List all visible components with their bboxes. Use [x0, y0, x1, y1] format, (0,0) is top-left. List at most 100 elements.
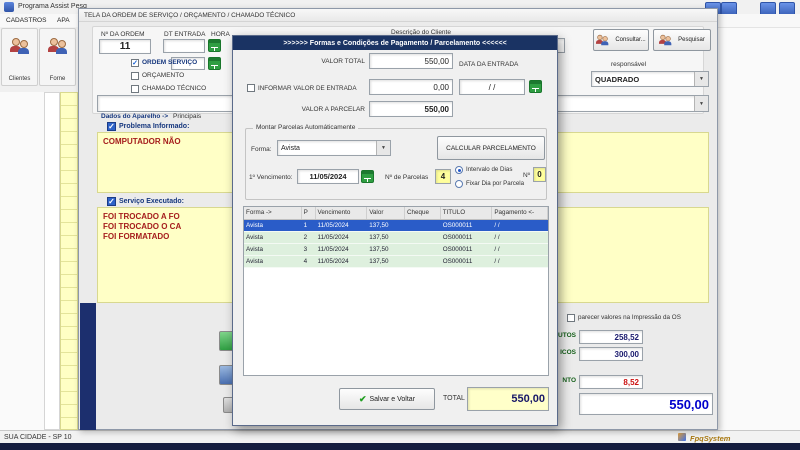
people-icon [9, 38, 30, 54]
table-cell: 137,50 [369, 221, 389, 229]
fpqsystem-logo [678, 433, 686, 441]
order-number-field[interactable]: 11 [99, 39, 151, 54]
parcelas-field[interactable]: 4 [435, 169, 451, 184]
calendar-icon[interactable] [208, 39, 221, 52]
orcamento-label: ORÇAMENTO [142, 72, 185, 79]
informar-entrada-label: INFORMAR VALOR DE ENTRADA [258, 85, 357, 92]
grand-total-field: 550,00 [579, 393, 713, 415]
people-icon [47, 38, 68, 54]
check-icon: ✓ [108, 122, 115, 131]
table-cell: OS000011 [442, 233, 473, 241]
table-row[interactable]: Avista 3 11/05/2024 137,50 OS000011 / / [244, 244, 548, 256]
total-row-label-fragment: UTOS [558, 332, 576, 339]
intervalo-dias-label: Intervalo de Dias [466, 166, 513, 173]
menu-apa[interactable]: APA [57, 17, 70, 24]
statusbar-city: SUA CIDADE - SP 10 [4, 434, 72, 441]
chamado-tecnico-checkbox[interactable] [131, 85, 139, 93]
table-row[interactable]: Avista 2 11/05/2024 137,50 OS000011 / / [244, 232, 548, 244]
table-header[interactable]: Cheque [405, 207, 441, 219]
informar-entrada-checkbox[interactable] [247, 84, 255, 92]
toolbar-fornecedores-button[interactable]: Forne [39, 28, 76, 86]
table-cell: / / [494, 221, 500, 229]
save-return-button[interactable]: ✔ Salvar e Voltar [339, 388, 435, 410]
problem-checkbox[interactable]: ✓ [107, 122, 116, 131]
data-entrada-label: DATA DA ENTRADA [459, 61, 519, 68]
forma-combo[interactable]: Avista ▼ [277, 140, 391, 156]
table-cell: Avista [246, 245, 264, 253]
table-cell: Avista [246, 233, 264, 241]
data-entrada-field[interactable]: / / [459, 79, 525, 95]
service-order-titlebar[interactable]: TELA DA ORDEM DE SERVIÇO / ORÇAMENTO / C… [79, 9, 717, 22]
table-header[interactable]: Pagamento <- [492, 207, 548, 219]
total-row-label-fragment: NTO [562, 377, 576, 384]
problem-text: COMPUTADOR NÃO [103, 137, 181, 146]
toolbar-clientes-button[interactable]: Clientes [1, 28, 38, 86]
entry-hour-label: HORA [211, 31, 230, 38]
check-icon: ✔ [358, 393, 367, 404]
valor-total-field[interactable]: 550,00 [369, 53, 453, 69]
side-banner [80, 303, 96, 430]
table-header[interactable]: Vencimento [316, 207, 368, 219]
service-checkbox[interactable]: ✓ [107, 197, 116, 206]
chevron-down-icon[interactable]: ▼ [376, 141, 390, 155]
app-icon [4, 2, 14, 12]
vencimento-field[interactable]: 11/05/2024 [297, 169, 359, 184]
intervalo-dias-radio[interactable] [455, 166, 463, 174]
discount-field: 8,52 [579, 375, 643, 389]
fixar-dia-radio[interactable] [455, 180, 463, 188]
table-cell: 1 [303, 221, 308, 229]
calendar-icon[interactable] [529, 80, 542, 93]
consult-button[interactable]: Consultar... [593, 29, 649, 51]
app-toolbar: Clientes Forne [0, 27, 78, 92]
table-cell: 11/05/2024 [317, 257, 349, 265]
app-title: Programa Assist Pesq [18, 3, 87, 10]
desktop: Programa Assist Pesq CADASTROS APA Clien… [0, 0, 800, 450]
entrada-value-field[interactable]: 0,00 [369, 79, 453, 95]
service-line: FOI FORMATADO [103, 232, 170, 241]
services-total-field: 300,00 [579, 347, 643, 361]
person-search-icon [659, 34, 672, 46]
n-field[interactable]: 0 [533, 167, 546, 182]
table-cell [405, 244, 441, 255]
table-cell: 137,50 [369, 257, 389, 265]
calendar-icon[interactable] [208, 57, 221, 70]
chevron-down-icon[interactable]: ▼ [694, 72, 708, 86]
table-cell: / / [494, 233, 500, 241]
table-row[interactable]: Avista 1 11/05/2024 137,50 OS000011 / / [244, 220, 548, 232]
table-row[interactable]: Avista 4 11/05/2024 137,50 OS000011 / / [244, 256, 548, 268]
table-header[interactable]: Forma -> [244, 207, 302, 219]
parcelas-table[interactable]: Forma -> P Vencimento Valor Cheque TITULO Paga… [243, 206, 549, 376]
forma-label: Forma: [251, 146, 272, 153]
menu-cadastros[interactable]: CADASTROS [6, 17, 46, 24]
chevron-down-icon[interactable]: ▼ [694, 96, 708, 111]
table-cell: Avista [246, 221, 264, 229]
table-cell [405, 232, 441, 243]
products-total-field: 258,52 [579, 330, 643, 344]
forma-value: Avista [281, 144, 300, 152]
check-icon: ✓ [132, 60, 138, 67]
calendar-icon[interactable] [361, 170, 374, 183]
os-taskbar[interactable] [0, 443, 800, 450]
table-header[interactable]: P [302, 207, 316, 219]
left-grid-yellow-column[interactable] [60, 92, 78, 430]
entry-date-label: DT ENTRADA [164, 31, 206, 38]
calcular-parcelamento-button[interactable]: CALCULAR PARCELAMENTO [437, 136, 545, 160]
service-line: FOI TROCADO A FO [103, 212, 180, 221]
responsible-combo[interactable]: QUADRADO ▼ [591, 71, 709, 87]
table-cell: OS000011 [442, 221, 473, 229]
entry-date-field[interactable] [163, 39, 205, 53]
statusbar-brand: FpqSystem [690, 434, 731, 443]
hide-values-checkbox[interactable] [567, 314, 575, 322]
modal-total-field: 550,00 [467, 387, 549, 411]
payment-modal-titlebar[interactable]: >>>>>> Formas e Condições de Pagamento /… [233, 36, 557, 50]
search-button[interactable]: Pesquisar [653, 29, 711, 51]
valor-parcelar-field[interactable]: 550,00 [369, 101, 453, 117]
tab-main[interactable]: Principais [173, 113, 201, 120]
person-search-icon [596, 34, 609, 46]
table-header[interactable]: TITULO [441, 207, 493, 219]
orcamento-checkbox[interactable] [131, 72, 139, 80]
ordem-servico-checkbox[interactable]: ✓ [131, 59, 139, 67]
table-header[interactable]: Valor [367, 207, 405, 219]
parcelas-table-body: Avista 1 11/05/2024 137,50 OS000011 / / Avista… [244, 220, 548, 268]
tab-device-data[interactable]: Dados do Aparelho -> [101, 113, 168, 120]
